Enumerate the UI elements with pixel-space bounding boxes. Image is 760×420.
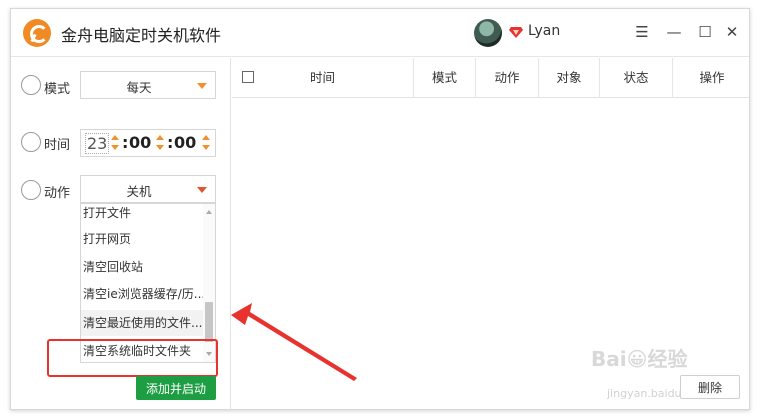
- annotation-arrow-icon: [231, 303, 357, 381]
